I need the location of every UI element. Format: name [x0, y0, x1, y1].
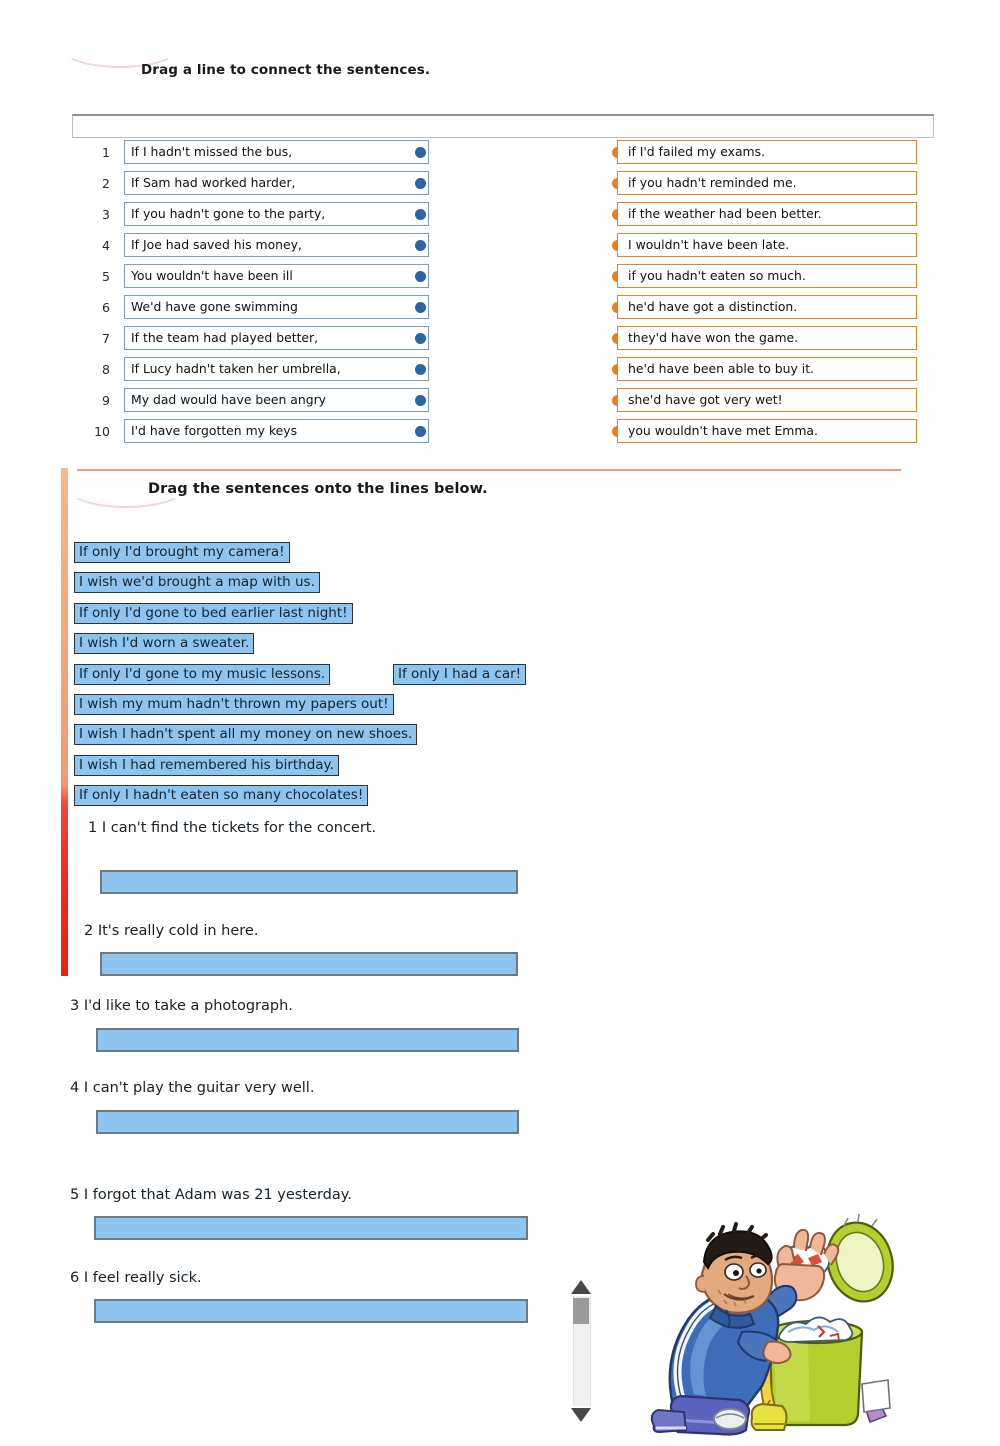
prompt-line: 2 It's really cold in here. — [84, 923, 258, 939]
match-left-connector-dot[interactable] — [415, 147, 426, 158]
instruction-text-matching: Drag a line to connect the sentences. — [141, 62, 431, 78]
table-row: 1 If I hadn't missed the bus, if I'd fai… — [0, 140, 1000, 171]
drag-chip[interactable]: I wish I had remembered his birthday. — [74, 755, 339, 776]
match-right-item[interactable]: they'd have won the game. — [617, 326, 917, 350]
prompt-line: 6 I feel really sick. — [70, 1270, 202, 1286]
prompt-number: 3 — [70, 998, 84, 1014]
match-right-item[interactable]: if you hadn't eaten so much. — [617, 264, 917, 288]
table-row: 6 We'd have gone swimming he'd have got … — [0, 295, 1000, 326]
drag-chip[interactable]: If only I had a car! — [393, 664, 527, 685]
instruction-text-drag: Drag the sentences onto the lines below. — [148, 481, 488, 497]
row-number: 4 — [102, 238, 110, 253]
match-right-item[interactable]: if the weather had been better. — [617, 202, 917, 226]
drag-chip[interactable]: I wish we'd brought a map with us. — [74, 572, 320, 593]
match-left-item[interactable]: My dad would have been angry — [124, 388, 429, 412]
row-number: 8 — [102, 362, 110, 377]
table-row: 10 I'd have forgotten my keys you wouldn… — [0, 419, 1000, 450]
table-row: 7 If the team had played better, they'd … — [0, 326, 1000, 357]
prompt-text: I'd like to take a photograph. — [83, 998, 293, 1014]
match-left-item[interactable]: If Joe had saved his money, — [124, 233, 429, 257]
table-row: 3 If you hadn't gone to the party, if th… — [0, 202, 1000, 233]
scroll-up-arrow-icon[interactable] — [571, 1280, 591, 1294]
prompt-line: 1 I can't find the tickets for the conce… — [88, 820, 376, 836]
match-right-item[interactable]: he'd have got a distinction. — [617, 295, 917, 319]
row-number: 9 — [102, 393, 110, 408]
match-left-connector-dot[interactable] — [415, 426, 426, 437]
match-right-item[interactable]: you wouldn't have met Emma. — [617, 419, 917, 443]
drag-chip[interactable]: If only I'd gone to bed earlier last nig… — [74, 603, 353, 624]
decorative-edge-strip — [61, 468, 68, 976]
match-right-item[interactable]: if you hadn't reminded me. — [617, 171, 917, 195]
row-number: 1 — [102, 145, 110, 160]
drag-chip[interactable]: I wish I'd worn a sweater. — [74, 633, 255, 654]
prompt-number: 4 — [70, 1080, 84, 1096]
table-row: 5 You wouldn't have been ill if you hadn… — [0, 264, 1000, 295]
match-left-item[interactable]: If Sam had worked harder, — [124, 171, 429, 195]
prompt-line: 4 I can't play the guitar very well. — [70, 1080, 314, 1096]
prompt-line: 5 I forgot that Adam was 21 yesterday. — [70, 1187, 352, 1203]
row-number: 3 — [102, 207, 110, 222]
prompt-number: 6 — [70, 1270, 84, 1286]
exercise-header-bar — [72, 114, 934, 138]
row-number: 10 — [94, 424, 110, 439]
row-number: 6 — [102, 300, 110, 315]
match-left-item[interactable]: If I hadn't missed the bus, — [124, 140, 429, 164]
match-right-item[interactable]: she'd have got very wet! — [617, 388, 917, 412]
drag-chip[interactable]: If only I hadn't eaten so many chocolate… — [74, 785, 369, 806]
row-number: 7 — [102, 331, 110, 346]
table-row: 2 If Sam had worked harder, if you hadn'… — [0, 171, 1000, 202]
scroll-down-arrow-icon[interactable] — [571, 1408, 591, 1422]
match-left-item[interactable]: You wouldn't have been ill — [124, 264, 429, 288]
match-left-item[interactable]: If you hadn't gone to the party, — [124, 202, 429, 226]
prompt-text: I forgot that Adam was 21 yesterday. — [83, 1187, 352, 1203]
row-number: 5 — [102, 269, 110, 284]
drag-chip[interactable]: If only I'd gone to my music lessons. — [74, 664, 331, 685]
answer-drop-zone[interactable] — [94, 1299, 528, 1323]
illustration-boy-searching-bin — [612, 1213, 902, 1442]
prompt-text: It's really cold in here. — [97, 923, 259, 939]
match-right-item[interactable]: he'd have been able to buy it. — [617, 357, 917, 381]
vertical-scrollbar[interactable] — [571, 1280, 591, 1422]
match-left-connector-dot[interactable] — [415, 302, 426, 313]
match-left-item[interactable]: If Lucy hadn't taken her umbrella, — [124, 357, 429, 381]
match-left-connector-dot[interactable] — [415, 364, 426, 375]
answer-drop-zone[interactable] — [96, 1028, 519, 1052]
match-left-item[interactable]: I'd have forgotten my keys — [124, 419, 429, 443]
answer-drop-zone[interactable] — [100, 952, 518, 976]
drag-chip[interactable]: If only I'd brought my camera! — [74, 542, 290, 563]
prompt-text: I feel really sick. — [83, 1270, 202, 1286]
match-left-connector-dot[interactable] — [415, 395, 426, 406]
matching-exercise-section: Drag a line to connect the sentences. 1 … — [0, 0, 1000, 462]
table-row: 4 If Joe had saved his money, I wouldn't… — [0, 233, 1000, 264]
prompt-number: 1 — [88, 820, 102, 836]
match-left-connector-dot[interactable] — [415, 209, 426, 220]
drag-chip[interactable]: I wish I hadn't spent all my money on ne… — [74, 724, 418, 745]
match-left-connector-dot[interactable] — [415, 333, 426, 344]
match-left-connector-dot[interactable] — [415, 271, 426, 282]
table-row: 8 If Lucy hadn't taken her umbrella, he'… — [0, 357, 1000, 388]
match-left-item[interactable]: We'd have gone swimming — [124, 295, 429, 319]
matching-rows-container: 1 If I hadn't missed the bus, if I'd fai… — [0, 140, 1000, 450]
prompt-number: 5 — [70, 1187, 84, 1203]
answer-drop-zone[interactable] — [100, 870, 518, 894]
match-right-item[interactable]: if I'd failed my exams. — [617, 140, 917, 164]
answer-drop-zone[interactable] — [96, 1110, 519, 1134]
match-left-item[interactable]: If the team had played better, — [124, 326, 429, 350]
table-row: 9 My dad would have been angry she'd hav… — [0, 388, 1000, 419]
match-left-connector-dot[interactable] — [415, 240, 426, 251]
drag-sentences-section: Drag the sentences onto the lines below.… — [0, 462, 1000, 1436]
prompt-line: 3 I'd like to take a photograph. — [70, 998, 293, 1014]
row-number: 2 — [102, 176, 110, 191]
prompt-text: I can't play the guitar very well. — [83, 1080, 315, 1096]
drag-chip[interactable]: I wish my mum hadn't thrown my papers ou… — [74, 694, 394, 715]
section-divider — [77, 469, 901, 471]
prompt-text: I can't find the tickets for the concert… — [101, 820, 377, 836]
answer-drop-zone[interactable] — [94, 1216, 528, 1240]
match-right-item[interactable]: I wouldn't have been late. — [617, 233, 917, 257]
scrollbar-thumb[interactable] — [573, 1298, 589, 1324]
match-left-connector-dot[interactable] — [415, 178, 426, 189]
prompt-number: 2 — [84, 923, 98, 939]
